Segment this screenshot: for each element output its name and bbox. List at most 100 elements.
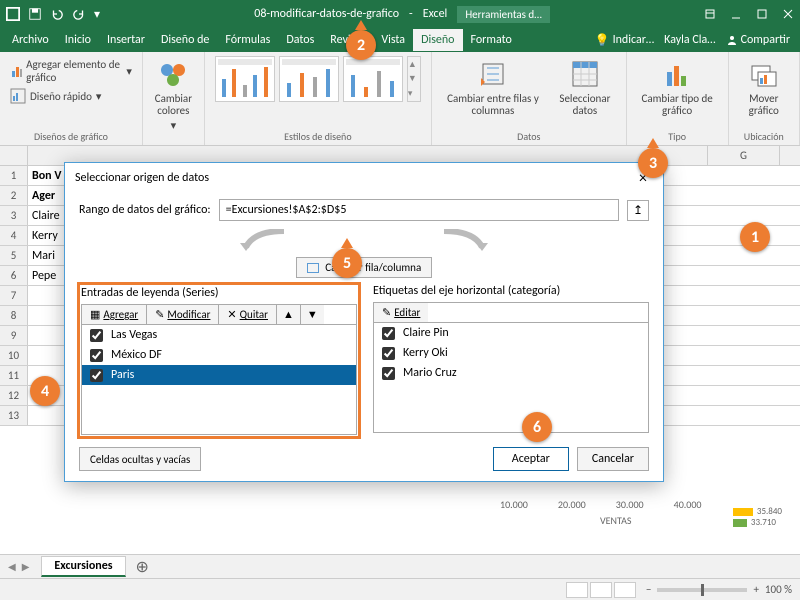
minimize-icon[interactable] [730,8,742,20]
save-icon[interactable] [28,7,42,21]
tab-formulas[interactable]: Fórmulas [217,29,278,51]
sheet-tab-excursiones[interactable]: Excursiones [41,556,125,577]
select-data-icon [569,58,601,90]
chart-axis-labels: 10.00020.00030.00040.000 [500,498,702,511]
range-picker-button[interactable]: ↥ [627,200,649,221]
row-header[interactable]: 3 [0,206,28,225]
share-icon [726,34,738,46]
maximize-icon[interactable] [756,8,768,20]
chart-element-icon [10,63,22,79]
category-checkbox[interactable] [382,327,395,340]
tab-diseno[interactable]: Diseño [413,29,462,51]
tab-datos[interactable]: Datos [278,29,322,51]
series-checkbox[interactable] [90,349,103,362]
change-chart-type-button[interactable]: Cambiar tipo de gráfico [637,56,718,119]
series-checkbox[interactable] [90,369,103,382]
series-edit-button[interactable]: ✎ Modificar [147,305,219,324]
quick-layout-icon [10,88,26,104]
dialog-title: Seleccionar origen de datos [75,171,209,185]
ok-button[interactable]: Aceptar [493,447,569,471]
cell[interactable]: Pepe [28,266,60,285]
list-item: Paris [82,365,356,385]
row-header[interactable]: 7 [0,286,28,305]
cell[interactable]: Ager [28,186,59,205]
move-chart-button[interactable]: Mover gráfico [739,56,789,119]
row-header[interactable]: 5 [0,246,28,265]
callout-4: 4 [30,376,60,406]
callout-5: 5 [332,248,362,278]
row-header[interactable]: 2 [0,186,28,205]
callout-6: 6 [522,412,552,442]
share-button[interactable]: Compartir [726,33,790,47]
tab-diseno-pagina[interactable]: Diseño de [153,29,217,51]
switch-row-column-dialog-button[interactable]: Cambiar fila/columna [296,257,432,278]
list-item: México DF [82,345,356,365]
swap-arrows-icon [65,229,663,251]
chart-range-input[interactable] [219,199,619,221]
status-bar: −+ 100 % [0,578,800,600]
row-header[interactable]: 11 [0,366,28,385]
series-label: Entradas de leyenda (Series) [81,286,357,300]
categories-listbox[interactable]: Claire Pin Kerry Oki Mario Cruz [373,323,649,433]
list-item: Mario Cruz [374,363,648,383]
row-header[interactable]: 12 [0,386,28,405]
range-label: Rango de datos del gráfico: [79,203,211,217]
tell-me[interactable]: 💡 Indicar… [595,33,655,48]
series-checkbox[interactable] [90,329,103,342]
tab-formato[interactable]: Formato [463,29,520,51]
quick-layout-button[interactable]: Diseño rápido ▾ [10,86,132,106]
undo-icon[interactable] [50,7,64,21]
cell[interactable]: Mari [28,246,59,265]
cell[interactable]: Claire [28,206,64,225]
categories-edit-button[interactable]: ✎ Editar [374,303,428,322]
row-header[interactable]: 6 [0,266,28,285]
col-header-g[interactable]: G [708,146,780,165]
list-item: Kerry Oki [374,343,648,363]
row-header[interactable]: 4 [0,226,28,245]
series-add-button[interactable]: ▦ Agregar [82,305,147,324]
tab-insertar[interactable]: Insertar [99,29,153,51]
group-label-location: Ubicación [739,128,789,143]
tab-vista[interactable]: Vista [373,29,413,51]
series-remove-button[interactable]: ✕ Quitar [219,305,277,324]
view-buttons[interactable] [566,582,636,598]
zoom-slider[interactable] [657,588,747,592]
add-sheet-button[interactable]: ⊕ [130,557,155,577]
series-move-down-button[interactable]: ▼ [301,305,324,324]
ribbon-min-icon[interactable] [704,8,716,20]
doc-title: 08-modificar-datos-de-grafico [254,7,399,21]
tab-archivo[interactable]: Archivo [4,29,57,51]
tab-inicio[interactable]: Inicio [57,29,99,51]
row-header[interactable]: 13 [0,406,28,425]
zoom-control[interactable]: −+ 100 % [646,583,792,596]
switch-row-column-button[interactable]: Cambiar entre filas y columnas [442,56,544,119]
chart-styles-gallery[interactable]: ▲▼▾ [215,56,421,102]
category-checkbox[interactable] [382,367,395,380]
user-label[interactable]: Kayla Cla… [664,33,715,47]
category-checkbox[interactable] [382,347,395,360]
group-label-data: Datos [442,128,616,143]
change-colors-button[interactable]: Cambiar colores ▾ [153,56,194,134]
series-move-up-button[interactable]: ▲ [277,305,301,324]
group-label-styles: Estilos de diseño [215,128,421,143]
row-header[interactable]: 10 [0,346,28,365]
category-axis-panel: Etiquetas del eje horizontal (categoría)… [373,284,649,437]
redo-icon[interactable] [72,7,86,21]
row-header[interactable]: 9 [0,326,28,345]
switch-rc-icon [477,58,509,90]
zoom-level: 100 % [765,583,792,596]
cell[interactable]: Bon V [28,166,65,185]
sheet-nav[interactable]: ◀▶ [8,560,29,573]
series-listbox[interactable]: Las Vegas México DF Paris [81,325,357,435]
cancel-button[interactable]: Cancelar [577,447,649,471]
row-header[interactable]: 1 [0,166,28,185]
close-icon[interactable] [782,8,794,20]
cell[interactable]: Kerry [28,226,62,245]
hidden-cells-button[interactable]: Celdas ocultas y vacías [79,447,201,471]
app-name: Excel [423,7,448,21]
select-data-dialog: Seleccionar origen de datos × Rango de d… [64,162,664,482]
callout-1: 1 [740,222,770,252]
add-chart-element-button[interactable]: Agregar elemento de gráfico ▾ [10,56,132,86]
row-header[interactable]: 8 [0,306,28,325]
select-data-button[interactable]: Seleccionar datos [554,56,616,119]
